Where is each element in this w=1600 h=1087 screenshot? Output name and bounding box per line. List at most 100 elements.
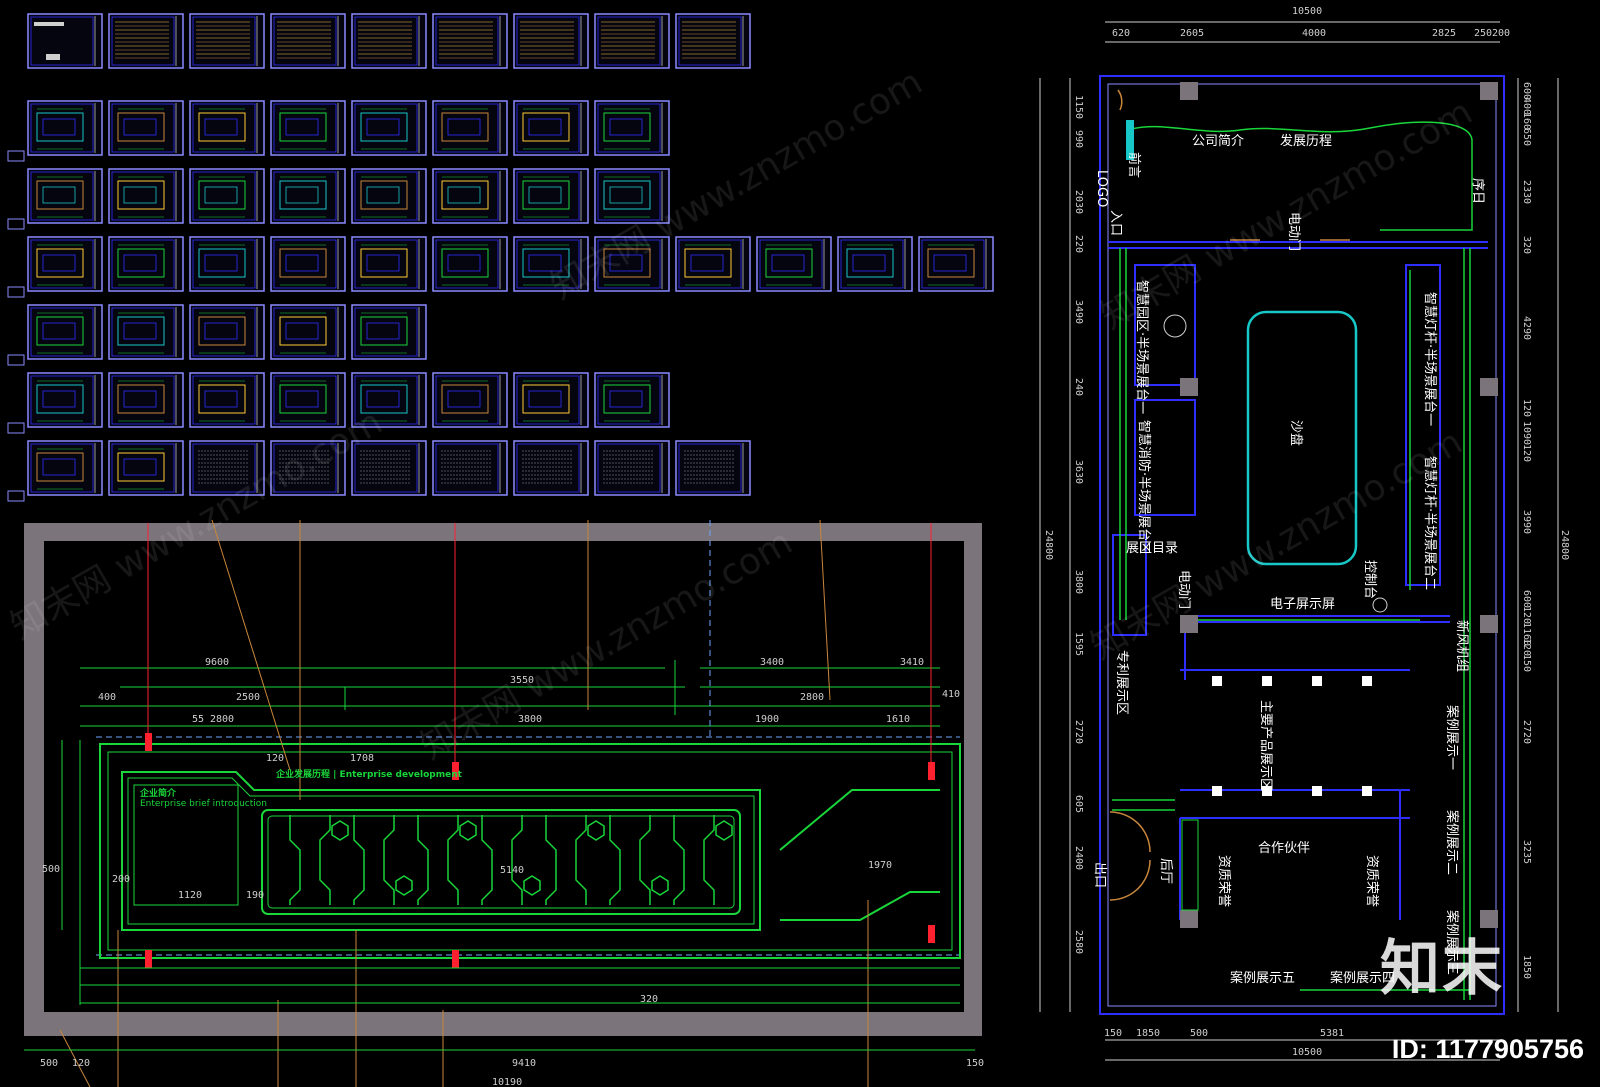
dim-left: 3800: [1073, 570, 1084, 594]
sheet-thumbnail: [756, 236, 832, 292]
dim-200: 200: [112, 874, 130, 885]
sheet-thumbnail: [351, 100, 427, 156]
sheet-thumbnail: [351, 168, 427, 224]
control-desk-circle: [1372, 597, 1388, 613]
sheet-thumbnail: [108, 168, 184, 224]
dim-r2-1: 400: [98, 692, 116, 703]
label-entrance: 入口: [1108, 210, 1123, 236]
sheet-thumbnail: [594, 440, 670, 496]
sheet-row-tab: [7, 490, 25, 502]
dim-left: 220: [1073, 235, 1084, 253]
sheet-thumbnail: [108, 372, 184, 428]
dim-top-3: 3400: [760, 657, 784, 668]
label-new-cabinet: 新风机组: [1454, 620, 1470, 672]
watermark-brand-logo: 知末: [1380, 934, 1504, 1004]
dim-left: 2580: [1073, 930, 1084, 954]
watermark-text-5: 知末网 www.znzmo.com: [1094, 92, 1479, 338]
label-partners: 合作伙伴: [1258, 841, 1310, 856]
label-catalog: 展区目录: [1126, 541, 1178, 556]
label-case-2: 案例展示二: [1444, 810, 1459, 875]
sheet-thumbnail: [270, 13, 346, 69]
dim-190: 190: [246, 890, 264, 901]
dim-right: 3235: [1521, 840, 1532, 864]
dim-right: 3990: [1521, 510, 1532, 534]
sheet-thumbnail-grid: [7, 13, 994, 502]
label-honor-2: 资质荣誉: [1364, 855, 1379, 907]
sheet-thumbnail: [270, 100, 346, 156]
cad-drawing-canvas: 9600 3550 3400 3410 400 2500 2800 410 55…: [4, 6, 1570, 1087]
sheet-thumbnail: [432, 168, 508, 224]
sheet-thumbnail: [189, 372, 265, 428]
dim-bottom: 5381: [1320, 1028, 1344, 1039]
dim-r2-4: 410: [942, 689, 960, 700]
sheet-thumbnail: [675, 13, 751, 69]
left-plan-black-interior: [44, 541, 964, 1012]
label-case-bottom-1: 案例展示五: [1230, 971, 1295, 986]
sheet-thumbnail: [675, 236, 751, 292]
sheet-thumbnail: [594, 372, 670, 428]
sheet-thumbnail: [189, 100, 265, 156]
sheet-thumbnail: [270, 372, 346, 428]
dim-r3-1: 55: [192, 714, 204, 725]
sheet-thumbnail: [837, 236, 913, 292]
dim-bottom: 150: [1104, 1028, 1122, 1039]
sheet-thumbnail: [513, 100, 589, 156]
sheet-row-tab: [7, 286, 25, 298]
dim-r3-2: 2800: [210, 714, 234, 725]
dim-bottom-120: 120: [72, 1058, 90, 1069]
dim-top-total: 10500: [1292, 6, 1322, 17]
dim-right: 2330: [1521, 180, 1532, 204]
dim-right: 2720: [1521, 720, 1532, 744]
dim-r3-4: 1900: [755, 714, 779, 725]
dim-top: 4000: [1302, 28, 1326, 39]
label-logo: LOGO: [1094, 170, 1109, 207]
dim-120: 120: [266, 753, 284, 764]
dim-left: 605: [1073, 795, 1084, 813]
panel-title-1: 企业简介: [139, 787, 177, 799]
sheet-thumbnail: [27, 100, 103, 156]
label-foreword: 前言: [1126, 152, 1142, 178]
label-honor-1: 资质荣誉: [1216, 855, 1231, 907]
dim-top: 2605: [1180, 28, 1204, 39]
dim-top-1: 9600: [205, 657, 229, 668]
dim-1120: 1120: [178, 890, 202, 901]
sheet-thumbnail: [108, 440, 184, 496]
dim-right-total: 24800: [1559, 530, 1570, 560]
sheet-thumbnail: [594, 13, 670, 69]
dim-top: 250: [1474, 28, 1492, 39]
sheet-row-tab: [7, 150, 25, 162]
label-control: 控制台: [1362, 560, 1377, 599]
dim-right: 650: [1521, 128, 1532, 146]
dim-left: 1150: [1073, 95, 1084, 119]
sheet-thumbnail: [27, 440, 103, 496]
column-circle: [1163, 314, 1187, 338]
label-exit: 出口: [1092, 862, 1107, 888]
sheet-thumbnail: [432, 13, 508, 69]
sheet-thumbnail: [108, 236, 184, 292]
dim-left: 3490: [1073, 300, 1084, 324]
sheet-thumbnail: [27, 304, 103, 360]
dim-bottom-150: 150: [966, 1058, 984, 1069]
label-case-1: 案例展示一: [1444, 705, 1459, 770]
right-plan-small-columns: [1212, 676, 1372, 796]
panel-subtitle-1: Enterprise brief introduction: [140, 799, 267, 809]
sheet-thumbnail: [27, 372, 103, 428]
sheet-thumbnail: [270, 168, 346, 224]
sheet-row-tab: [7, 354, 25, 366]
label-sand-table: 沙盘: [1288, 420, 1304, 446]
sheet-thumbnail: [513, 440, 589, 496]
rear-hall-wall-block: [1181, 819, 1199, 911]
dim-left: 990: [1073, 130, 1084, 148]
sheet-thumbnail: [108, 304, 184, 360]
dim-left: 240: [1073, 378, 1084, 396]
dim-right: 1850: [1521, 955, 1532, 979]
sheet-thumbnail: [189, 236, 265, 292]
dim-320: 320: [640, 994, 658, 1005]
sheet-thumbnail: [108, 100, 184, 156]
dim-left: 3630: [1073, 460, 1084, 484]
sheet-thumbnail: [513, 13, 589, 69]
sheet-thumbnail: [432, 372, 508, 428]
label-smart-fire: 智慧消防·半场景展台三: [1136, 420, 1152, 554]
sheet-thumbnail: [351, 13, 427, 69]
dim-left: 2400: [1073, 846, 1084, 870]
